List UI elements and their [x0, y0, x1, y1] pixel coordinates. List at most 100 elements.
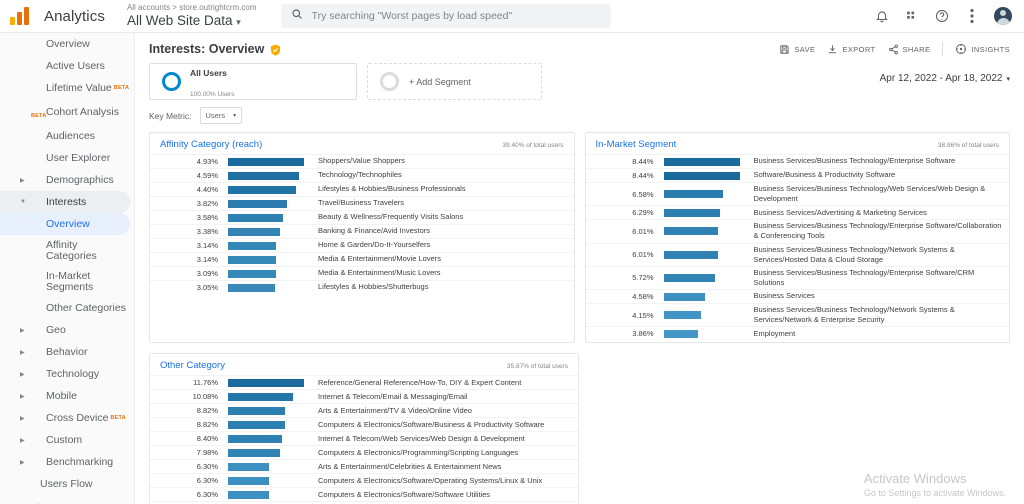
sidebar-item-lifetime-value[interactable]: Lifetime Value BETA [0, 77, 134, 99]
row-bar [663, 190, 723, 199]
row-bar-cell [224, 406, 310, 415]
sidebar-item-interests-overview[interactable]: Overview [0, 213, 130, 235]
table-row[interactable]: 11.76% Reference/General Reference/How-To… [150, 375, 578, 389]
panel-title[interactable]: In-Market Segment [596, 139, 677, 150]
table-row[interactable]: 6.58% Business Services/Business Technolo… [585, 182, 1009, 205]
row-bar-cell [224, 185, 310, 194]
table-row[interactable]: 3.38% Banking & Finance/Avid Investors [150, 224, 574, 238]
row-label: Business Services/Advertising & Marketin… [753, 207, 927, 217]
export-button[interactable]: EXPORT [827, 44, 875, 55]
chevron-down-icon: ▾ [236, 17, 241, 28]
row-label: Software/Business & Productivity Softwar… [753, 170, 896, 180]
property-name[interactable]: All Web Site Data ▾ [127, 14, 257, 28]
table-row[interactable]: 7.98% Computers & Electronics/Programming… [150, 445, 578, 459]
table-row[interactable]: 3.14% Media & Entertainment/Movie Lovers [150, 252, 574, 266]
panels-top-row: Affinity Category (reach) 39.40% of tota… [149, 132, 1010, 344]
table-row[interactable]: 3.86% Employment [585, 326, 1009, 340]
segment-all-users[interactable]: All Users 100.00% Users [149, 63, 357, 100]
row-bar [228, 434, 283, 443]
sidebar-item-user-explorer[interactable]: User Explorer [0, 147, 134, 169]
sidebar-item-acquisition[interactable]: ▶ Acquisition [0, 495, 134, 504]
sidebar-item-affinity-categories[interactable]: Affinity Categories [0, 235, 134, 266]
sidebar-item-in-market-segments[interactable]: In-Market Segments [0, 266, 134, 297]
insights-button[interactable]: INSIGHTS [955, 43, 1010, 55]
table-row[interactable]: 6.29% Business Services/Advertising & Mar… [585, 205, 1009, 219]
date-range-picker[interactable]: Apr 12, 2022 - Apr 18, 2022 ▾ [880, 63, 1010, 84]
chevron-right-icon: ▶ [20, 177, 25, 184]
sidebar-item-geo[interactable]: ▶ Geo [0, 319, 134, 341]
row-label: Media & Entertainment/Music Lovers [318, 268, 441, 278]
row-value: 5.72% [632, 273, 654, 283]
row-bar [663, 311, 701, 320]
table-row[interactable]: 8.44% Software/Business & Productivity So… [585, 168, 1009, 182]
table-row[interactable]: 6.01% Business Services/Business Technolo… [585, 242, 1009, 266]
table-row[interactable]: 5.72% Business Services/Business Technolo… [585, 265, 1009, 289]
row-bar [663, 227, 718, 236]
table-row[interactable]: 3.14% Home & Garden/Do-It-Yourselfers [150, 238, 574, 252]
key-metric-select[interactable]: Users ▾ [199, 107, 243, 124]
save-button[interactable]: SAVE [779, 44, 815, 55]
add-segment-button[interactable]: + Add Segment [367, 63, 542, 100]
account-breadcrumb: All accounts > store.outrightcrm.com [126, 2, 257, 12]
row-bar-cell [660, 329, 746, 338]
panel-title[interactable]: Affinity Category (reach) [160, 139, 262, 150]
sidebar-item-benchmarking[interactable]: ▶ Benchmarking [0, 451, 134, 473]
table-row[interactable]: 6.30% Computers & Electronics/Software/So… [150, 487, 578, 501]
sidebar-item-mobile[interactable]: ▶ Mobile [0, 385, 134, 407]
row-bar-cell [224, 199, 310, 208]
sidebar-item-technology[interactable]: ▶ Technology [0, 363, 134, 385]
table-row[interactable]: 8.82% Computers & Electronics/Software/Bu… [150, 417, 578, 431]
top-bar: Analytics All accounts > store.outrightc… [0, 0, 1024, 33]
share-button[interactable]: SHARE [888, 44, 931, 55]
table-row[interactable]: 3.58% Beauty & Wellness/Frequently Visits… [150, 210, 574, 224]
panel-title[interactable]: Other Category [160, 360, 225, 371]
table-row[interactable]: 3.09% Media & Entertainment/Music Lovers [150, 266, 574, 280]
sidebar-item-custom[interactable]: ▶ Custom [0, 429, 134, 451]
notifications-icon[interactable] [874, 8, 890, 24]
sidebar-item-behavior-sub[interactable]: ▶ Behavior [0, 341, 134, 363]
more-vert-icon[interactable] [964, 8, 980, 24]
table-row[interactable]: 3.05% Lifestyles & Hobbies/Shutterbugs [150, 280, 574, 294]
table-row[interactable]: 6.30% Computers & Electronics/Software/Op… [150, 473, 578, 487]
sidebar-item-other-categories[interactable]: Other Categories [0, 297, 134, 319]
sidebar-item-audiences[interactable]: Audiences [0, 125, 134, 147]
table-row[interactable]: 10.08% Internet & Telecom/Email & Messagi… [150, 389, 578, 403]
sidebar-item-cohort-analysis[interactable]: Cohort Analysis BETA [0, 99, 134, 125]
segment-name: All Users [190, 67, 227, 78]
sidebar-item-users-flow[interactable]: Users Flow [0, 473, 134, 495]
table-row[interactable]: 4.40% Lifestyles & Hobbies/Business Profe… [150, 182, 574, 196]
apps-grid-icon[interactable] [904, 8, 920, 24]
beta-badge: BETA [110, 415, 126, 421]
chart-rows: 11.76% Reference/General Reference/How-To… [150, 375, 578, 504]
table-row[interactable]: 8.40% Internet & Telecom/Web Services/Web… [150, 431, 578, 445]
table-row[interactable]: 8.44% Business Services/Business Technolo… [585, 154, 1009, 168]
table-row[interactable]: 4.58% Business Services [585, 289, 1009, 303]
row-bar-cell [224, 448, 310, 457]
sidebar-item-active-users[interactable]: Active Users [0, 55, 134, 77]
table-row[interactable]: 6.01% Business Services/Business Technolo… [585, 219, 1009, 242]
row-bar [228, 185, 296, 194]
sidebar-item-overview[interactable]: Overview [0, 33, 134, 55]
table-row[interactable]: 3.82% Travel/Business Travelers [150, 196, 574, 210]
user-avatar[interactable] [994, 7, 1012, 25]
table-row[interactable]: 4.93% Shoppers/Value Shoppers [150, 154, 574, 168]
search-input[interactable] [311, 10, 601, 22]
search-box[interactable] [280, 4, 611, 28]
row-label: Business Services/Business Technology/En… [753, 267, 975, 287]
chevron-right-icon: ▶ [20, 437, 25, 444]
sidebar-item-demographics[interactable]: ▶ Demographics [0, 169, 134, 191]
row-label: Lifestyles & Hobbies/Business Profession… [318, 184, 466, 194]
account-selector[interactable]: All accounts > store.outrightcrm.com All… [126, 2, 257, 29]
panel-header: Other Category 35.87% of total users [150, 354, 578, 375]
chevron-right-icon: ▶ [20, 459, 25, 466]
sidebar-item-cross-device[interactable]: ▶ Cross Device BETA [0, 407, 134, 429]
table-row[interactable]: 6.30% Arts & Entertainment/Celebrities & … [150, 459, 578, 473]
row-bar [228, 490, 269, 499]
row-value: 6.01% [632, 250, 654, 260]
table-row[interactable]: 8.82% Arts & Entertainment/TV & Video/Onl… [150, 403, 578, 417]
help-icon[interactable] [934, 8, 950, 24]
table-row[interactable]: 4.15% Business Services/Business Technolo… [585, 303, 1009, 326]
table-row[interactable]: 4.59% Technology/Technophiles [150, 168, 574, 182]
sidebar-item-interests[interactable]: ▼ Interests [0, 191, 130, 213]
sidebar-item-label: Cohort Analysis [46, 106, 119, 118]
